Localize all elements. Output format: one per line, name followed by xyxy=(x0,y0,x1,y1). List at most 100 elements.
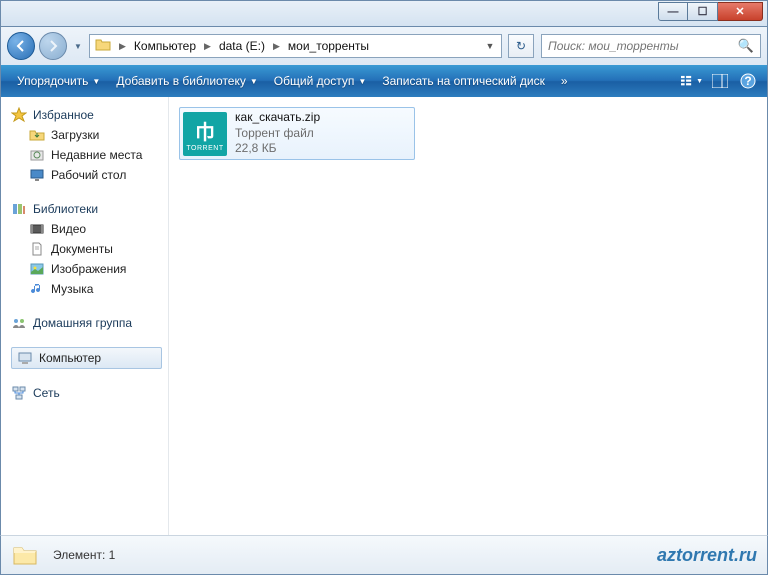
share-button[interactable]: Общий доступ▼ xyxy=(266,65,375,97)
homegroup-icon xyxy=(11,315,27,331)
star-icon xyxy=(11,107,27,123)
sidebar-item-music[interactable]: Музыка xyxy=(11,279,168,299)
downloads-icon xyxy=(29,127,45,143)
sidebar-item-recent[interactable]: Недавние места xyxy=(11,145,168,165)
help-icon: ? xyxy=(740,73,756,89)
libraries-group: Библиотеки Видео Документы Изображения М… xyxy=(1,199,168,299)
documents-icon xyxy=(29,241,45,257)
sidebar-label: Видео xyxy=(51,222,86,236)
file-name: как_скачать.zip xyxy=(235,110,320,126)
view-options-button[interactable]: ▼ xyxy=(681,70,703,92)
svg-text:?: ? xyxy=(744,74,751,88)
arrow-left-icon xyxy=(15,40,27,52)
chevron-right-icon[interactable]: ▶ xyxy=(270,41,283,52)
navigation-pane: Избранное Загрузки Недавние места Рабочи… xyxy=(1,97,169,535)
sidebar-label: Изображения xyxy=(51,262,126,276)
window-titlebar: — ☐ ✕ xyxy=(0,0,768,27)
sidebar-item-homegroup[interactable]: Домашняя группа xyxy=(11,313,168,333)
status-bar: Элемент: 1 aztorrent.ru xyxy=(0,535,768,575)
refresh-icon: ↻ xyxy=(516,39,526,53)
navigation-bar: ▼ ▶ Компьютер ▶ data (E:) ▶ мои_торренты… xyxy=(0,27,768,65)
preview-pane-button[interactable] xyxy=(709,70,731,92)
network-group: Сеть xyxy=(1,383,168,403)
homegroup-group: Домашняя группа xyxy=(1,313,168,333)
favorites-label: Избранное xyxy=(33,108,94,122)
sidebar-item-videos[interactable]: Видео xyxy=(11,219,168,239)
command-bar: Упорядочить ▼ Добавить в библиотеку ▼ Общи… xyxy=(0,65,768,97)
sidebar-item-downloads[interactable]: Загрузки xyxy=(11,125,168,145)
help-button[interactable]: ? xyxy=(737,70,759,92)
libraries-header[interactable]: Библиотеки xyxy=(11,199,168,219)
overflow-button[interactable]: » xyxy=(553,65,576,97)
sidebar-item-documents[interactable]: Документы xyxy=(11,239,168,259)
refresh-button[interactable]: ↻ xyxy=(508,34,534,58)
network-icon xyxy=(11,385,27,401)
recent-icon xyxy=(29,147,45,163)
chevron-down-icon: ▼ xyxy=(696,78,703,85)
search-input[interactable] xyxy=(548,39,738,53)
video-icon xyxy=(29,221,45,237)
minimize-button[interactable]: — xyxy=(658,2,688,21)
add-to-library-button[interactable]: Добавить в библиотеку ▼ xyxy=(108,65,265,97)
folder-icon xyxy=(11,541,39,569)
torrent-file-icon: 巾 TORRENT xyxy=(183,112,227,156)
homegroup-label: Домашняя группа xyxy=(33,316,132,330)
organize-button[interactable]: Упорядочить ▼ xyxy=(9,65,108,97)
burn-button[interactable]: Записать на оптический диск xyxy=(374,65,553,97)
folder-icon xyxy=(95,37,113,55)
computer-icon xyxy=(17,350,33,366)
sidebar-item-network[interactable]: Сеть xyxy=(11,383,168,403)
arrow-right-icon xyxy=(47,40,59,52)
search-icon: 🔍 xyxy=(738,38,754,54)
libraries-icon xyxy=(11,201,27,217)
sidebar-label: Загрузки xyxy=(51,128,99,142)
music-icon xyxy=(29,281,45,297)
chevron-down-icon: ▼ xyxy=(250,77,258,86)
view-icon xyxy=(681,74,694,88)
burn-label: Записать на оптический диск xyxy=(382,74,545,88)
back-button[interactable] xyxy=(7,32,35,60)
sidebar-label: Музыка xyxy=(51,282,93,296)
sidebar-label: Документы xyxy=(51,242,113,256)
file-info: как_скачать.zip Торрент файл 22,8 КБ xyxy=(235,110,320,157)
libraries-label: Библиотеки xyxy=(33,202,98,216)
file-size: 22,8 КБ xyxy=(235,141,320,157)
watermark: aztorrent.ru xyxy=(657,545,757,566)
file-list-pane[interactable]: 巾 TORRENT как_скачать.zip Торрент файл 2… xyxy=(169,97,767,535)
chevron-down-icon: ▼ xyxy=(358,77,366,86)
breadcrumb-computer[interactable]: Компьютер xyxy=(129,35,201,57)
forward-button[interactable] xyxy=(39,32,67,60)
favorites-group: Избранное Загрузки Недавние места Рабочи… xyxy=(1,105,168,185)
search-box[interactable]: 🔍 xyxy=(541,34,761,58)
chevron-right-icon[interactable]: ▶ xyxy=(201,41,214,52)
address-dropdown[interactable]: ▼ xyxy=(481,41,499,51)
window-controls: — ☐ ✕ xyxy=(658,2,763,21)
file-item[interactable]: 巾 TORRENT как_скачать.zip Торрент файл 2… xyxy=(179,107,415,160)
breadcrumb-drive[interactable]: data (E:) xyxy=(214,35,270,57)
pictures-icon xyxy=(29,261,45,277)
addlib-label: Добавить в библиотеку xyxy=(116,74,246,88)
sidebar-label: Недавние места xyxy=(51,148,142,162)
status-text: Элемент: 1 xyxy=(53,548,115,562)
explorer-body: Избранное Загрузки Недавние места Рабочи… xyxy=(0,97,768,535)
nav-history-dropdown[interactable]: ▼ xyxy=(71,37,85,55)
sidebar-item-computer[interactable]: Компьютер xyxy=(11,347,162,369)
breadcrumb-folder[interactable]: мои_торренты xyxy=(283,35,374,57)
sidebar-item-pictures[interactable]: Изображения xyxy=(11,259,168,279)
organize-label: Упорядочить xyxy=(17,74,88,88)
chevron-down-icon: ▼ xyxy=(92,77,100,86)
chevron-right-icon[interactable]: ▶ xyxy=(116,41,129,52)
favorites-header[interactable]: Избранное xyxy=(11,105,168,125)
network-label: Сеть xyxy=(33,386,60,400)
sidebar-label: Рабочий стол xyxy=(51,168,126,182)
maximize-button[interactable]: ☐ xyxy=(688,2,718,21)
sidebar-item-desktop[interactable]: Рабочий стол xyxy=(11,165,168,185)
pane-icon xyxy=(712,74,728,88)
desktop-icon xyxy=(29,167,45,183)
file-type: Торрент файл xyxy=(235,126,320,142)
address-bar[interactable]: ▶ Компьютер ▶ data (E:) ▶ мои_торренты ▼ xyxy=(89,34,502,58)
close-button[interactable]: ✕ xyxy=(718,2,763,21)
computer-label: Компьютер xyxy=(39,351,101,365)
overflow-label: » xyxy=(561,74,568,88)
share-label: Общий доступ xyxy=(274,74,355,88)
